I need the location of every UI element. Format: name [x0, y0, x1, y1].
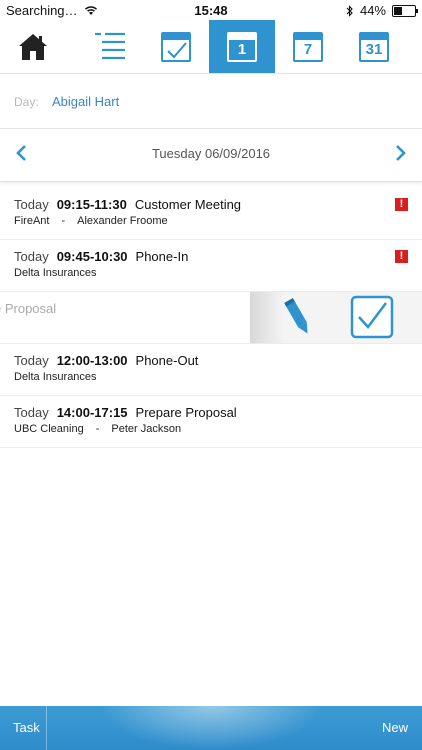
list-item[interactable]: Today 14:00-17:15 Prepare Proposal UBC Cle…: [0, 396, 422, 448]
item-company: UBC Cleaning: [14, 423, 84, 435]
month-view-button[interactable]: 31: [341, 20, 407, 73]
date-navigator: Tuesday 06/09/2016: [0, 129, 422, 182]
calendar-week-icon: 7: [293, 31, 323, 62]
bottom-bar: Task New: [0, 706, 422, 750]
item-company: Delta Insurances: [14, 371, 97, 383]
item-title: Phone-In: [135, 249, 189, 264]
item-title: Customer Meeting: [134, 197, 242, 212]
task-button[interactable]: Task: [13, 720, 40, 735]
day-view-button[interactable]: 1: [209, 20, 275, 73]
current-date: Tuesday 06/09/2016: [151, 146, 271, 161]
item-day: Today: [14, 249, 49, 264]
item-time: 09:45-10:30: [56, 249, 128, 264]
item-contact: Alexander Froome: [77, 215, 168, 227]
battery-percent: 44%: [359, 3, 386, 18]
alert-icon: !: [395, 250, 408, 263]
calendar-check-icon: [161, 31, 191, 62]
item-time: 14:00-17:15: [56, 405, 128, 420]
calendar-day-icon: 1: [227, 31, 257, 62]
item-contact: Peter Jackson: [111, 423, 182, 435]
complete-button[interactable]: [350, 295, 394, 339]
home-icon: [19, 33, 47, 60]
item-company: FireAnt: [14, 215, 50, 227]
battery-icon: [392, 4, 418, 17]
list-item[interactable]: Today 09:45-10:30 Phone-In Delta Insurance…: [0, 240, 422, 292]
view-toolbar: 1 7 31: [0, 20, 422, 74]
day-person[interactable]: Abigail Hart: [52, 94, 119, 109]
checkbox-check-icon: [350, 295, 394, 339]
list-item[interactable]: Today 09:15-11:30 Customer Meeting FireAnt…: [0, 188, 422, 240]
calendar-month-icon: 31: [359, 31, 389, 62]
list-item-swiped[interactable]: e Proposal: [0, 292, 422, 344]
tasks-view-button[interactable]: [143, 20, 209, 73]
appointment-list: Today 09:15-11:30 Customer Meeting FireAnt…: [0, 188, 422, 448]
item-day: Today: [14, 197, 49, 212]
bluetooth-icon: [346, 4, 353, 17]
list-icon: [95, 32, 125, 59]
alert-icon: !: [395, 198, 408, 211]
day-selector[interactable]: Day: Abigail Hart: [0, 74, 422, 129]
item-day: Today: [14, 405, 49, 420]
item-title-partial: e Proposal: [0, 301, 57, 316]
item-separator: -: [61, 215, 66, 227]
list-item[interactable]: Today 12:00-13:00 Phone-Out Delta Insuranc…: [0, 344, 422, 396]
item-title: Phone-Out: [135, 353, 199, 368]
item-title: Prepare Proposal: [135, 405, 237, 420]
pencil-icon: [284, 298, 308, 334]
item-time: 12:00-13:00: [56, 353, 128, 368]
edit-button[interactable]: [276, 295, 320, 339]
home-button[interactable]: [0, 20, 66, 73]
item-day: Today: [14, 353, 49, 368]
day-label: Day:: [14, 95, 39, 109]
item-separator: -: [95, 423, 100, 435]
week-view-button[interactable]: 7: [275, 20, 341, 73]
chevron-right-icon[interactable]: [388, 141, 412, 165]
status-bar: Searching… 15:48 44%: [0, 0, 422, 22]
swipe-actions: [250, 292, 422, 343]
list-view-button[interactable]: [77, 20, 143, 73]
new-button[interactable]: New: [382, 720, 408, 735]
item-company: Delta Insurances: [14, 267, 97, 279]
item-time: 09:15-11:30: [56, 197, 127, 212]
